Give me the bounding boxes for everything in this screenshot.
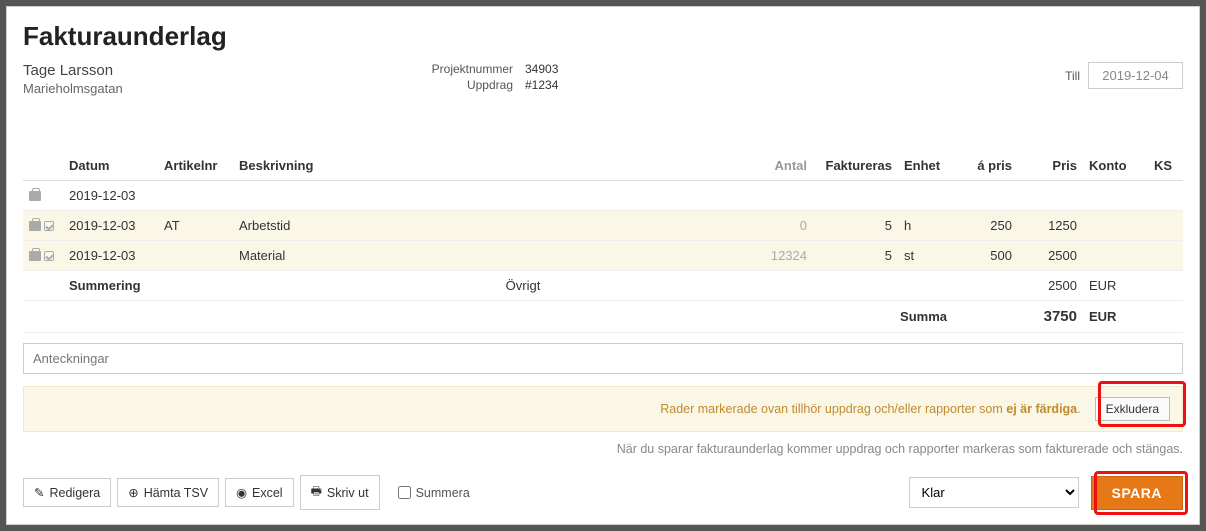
briefcase-icon [29, 251, 41, 261]
briefcase-icon [29, 191, 41, 201]
briefcase-icon [29, 221, 41, 231]
save-button[interactable]: SPARA [1091, 476, 1183, 510]
summera-checkbox[interactable] [398, 486, 411, 499]
download-icon [128, 485, 138, 500]
col-artikelnr: Artikelnr [158, 151, 233, 181]
summera-checkbox-wrap[interactable]: Summera [394, 483, 470, 502]
notes-input[interactable] [23, 343, 1183, 374]
print-button[interactable]: Skriv ut [300, 475, 380, 510]
table-row[interactable]: 2019-12-03 [23, 181, 1183, 211]
date-to-input[interactable] [1088, 62, 1183, 89]
col-apris: á pris [953, 151, 1018, 181]
total-currency: EUR [1083, 301, 1148, 333]
col-beskrivning: Beskrivning [233, 151, 743, 181]
ovrigt-label: Övrigt [233, 271, 813, 301]
excel-button[interactable]: Excel [225, 478, 294, 507]
customer-name: Tage Larsson [23, 62, 1183, 79]
check-icon [44, 221, 54, 231]
project-number-label: Projektnummer [393, 62, 513, 76]
table-row[interactable]: 2019-12-03ATArbetstid05h2501250 [23, 211, 1183, 241]
customer-address: Marieholmsgatan [23, 81, 1183, 96]
info-line: När du sparar fakturaunderlag kommer upp… [23, 442, 1183, 456]
status-select[interactable]: Klar [909, 477, 1079, 508]
check-icon [44, 251, 54, 261]
exclude-button[interactable]: Exkludera [1095, 397, 1170, 421]
ovrigt-currency: EUR [1083, 271, 1148, 301]
edit-button[interactable]: Redigera [23, 478, 111, 507]
col-ks: KS [1148, 151, 1183, 181]
date-to-block: Till [1065, 62, 1183, 89]
invoice-panel: Fakturaunderlag Tage Larsson Marieholmsg… [6, 6, 1200, 525]
warning-bar: Rader markerade ovan tillhör uppdrag och… [23, 386, 1183, 432]
col-faktureras: Faktureras [813, 151, 898, 181]
col-datum: Datum [63, 151, 158, 181]
page-title: Fakturaunderlag [23, 21, 1183, 52]
project-number-value: 34903 [525, 62, 558, 76]
footer-toolbar: Redigera Hämta TSV Excel Skriv ut Summer… [23, 475, 1183, 510]
col-pris: Pris [1018, 151, 1083, 181]
print-icon [311, 482, 322, 503]
pencil-icon [34, 485, 44, 500]
mission-value: #1234 [525, 78, 558, 92]
project-block: Projektnummer 34903 Uppdrag #1234 [393, 62, 558, 94]
ovrigt-value: 2500 [1018, 271, 1083, 301]
total-value: 3750 [1044, 308, 1077, 325]
summary-label: Summering [69, 278, 141, 293]
col-konto: Konto [1083, 151, 1148, 181]
header-row: Tage Larsson Marieholmsgatan Projektnumm… [23, 62, 1183, 96]
excel-icon [236, 485, 247, 500]
total-label: Summa [900, 309, 947, 324]
table-row[interactable]: 2019-12-03Material123245st5002500 [23, 241, 1183, 271]
mission-label: Uppdrag [393, 78, 513, 92]
col-antal: Antal [743, 151, 813, 181]
warning-text: Rader markerade ovan tillhör uppdrag och… [660, 402, 1080, 416]
download-tsv-button[interactable]: Hämta TSV [117, 478, 219, 507]
invoice-table: Datum Artikelnr Beskrivning Antal Faktur… [23, 151, 1183, 333]
date-to-label: Till [1065, 69, 1080, 83]
col-enhet: Enhet [898, 151, 953, 181]
